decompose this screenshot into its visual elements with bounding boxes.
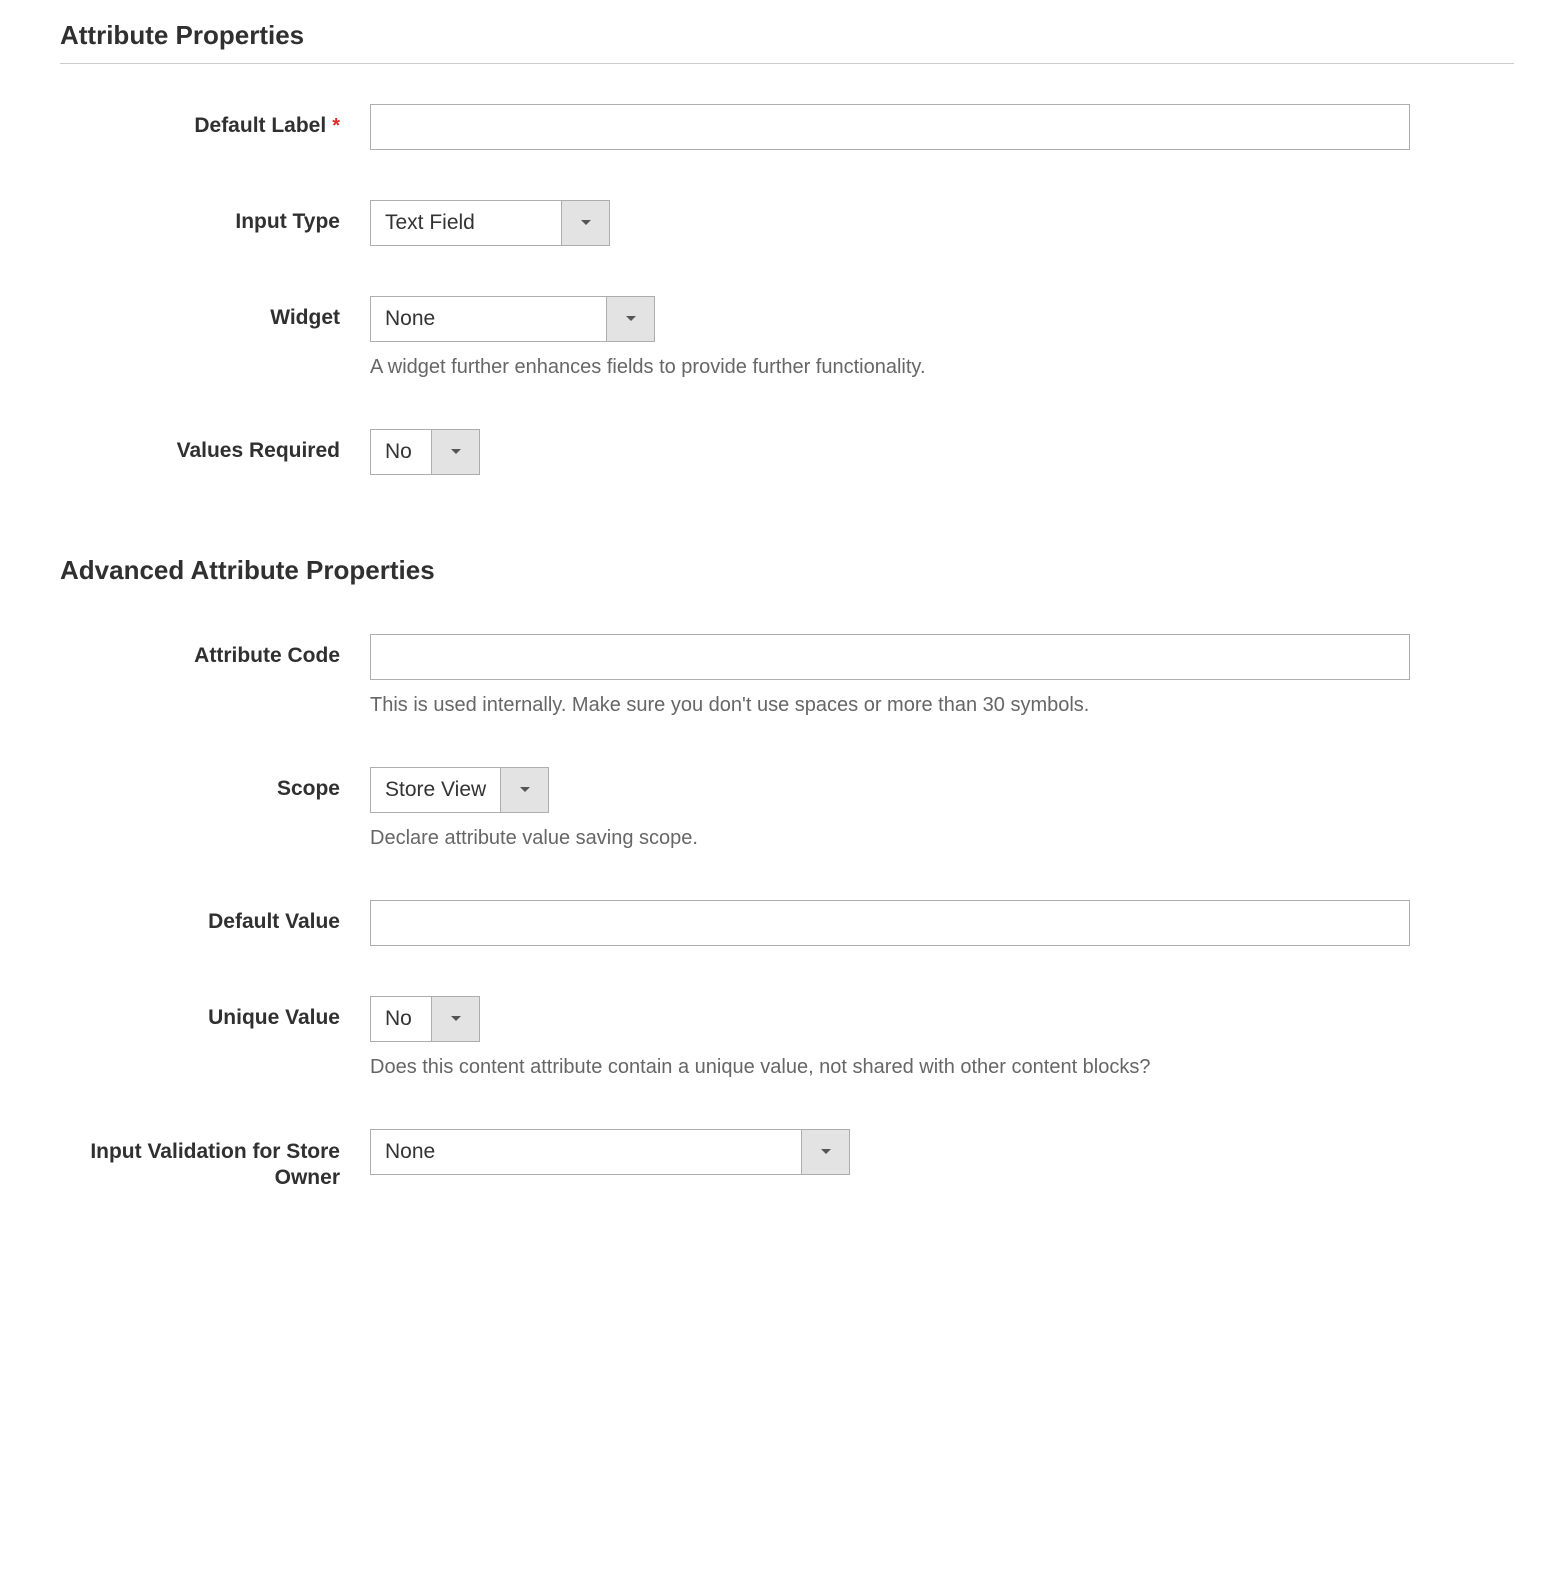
attribute-code-input[interactable] — [370, 634, 1410, 680]
row-unique-value: Unique Value No Does this content attrib… — [60, 996, 1514, 1079]
values-required-select[interactable]: No — [370, 429, 480, 475]
chevron-down-icon — [801, 1130, 849, 1174]
label-input-validation: Input Validation for Store Owner — [60, 1129, 370, 1192]
required-asterisk: * — [332, 115, 340, 137]
chevron-down-icon — [500, 768, 548, 812]
row-default-value: Default Value — [60, 900, 1514, 946]
row-widget: Widget None A widget further enhances fi… — [60, 296, 1514, 379]
row-default-label: Default Label* — [60, 104, 1514, 150]
label-widget: Widget — [60, 296, 370, 330]
label-values-required: Values Required — [60, 429, 370, 463]
section-divider — [60, 63, 1514, 64]
input-validation-value: None — [371, 1130, 801, 1174]
input-validation-select[interactable]: None — [370, 1129, 850, 1175]
input-type-select[interactable]: Text Field — [370, 200, 610, 246]
unique-value-select[interactable]: No — [370, 996, 480, 1042]
section-title-advanced-attribute-properties: Advanced Attribute Properties — [60, 555, 1514, 586]
section-title-attribute-properties: Attribute Properties — [60, 20, 1514, 51]
scope-help-text: Declare attribute value saving scope. — [370, 827, 698, 850]
default-label-input[interactable] — [370, 104, 1410, 150]
label-default-value: Default Value — [60, 900, 370, 934]
label-scope: Scope — [60, 767, 370, 801]
row-input-validation: Input Validation for Store Owner None — [60, 1129, 1514, 1192]
values-required-value: No — [371, 430, 431, 474]
row-input-type: Input Type Text Field — [60, 200, 1514, 246]
scope-value: Store View — [371, 768, 500, 812]
widget-select[interactable]: None — [370, 296, 655, 342]
row-attribute-code: Attribute Code This is used internally. … — [60, 634, 1514, 717]
label-attribute-code: Attribute Code — [60, 634, 370, 668]
default-value-input[interactable] — [370, 900, 1410, 946]
unique-value-value: No — [371, 997, 431, 1041]
chevron-down-icon — [606, 297, 654, 341]
widget-help-text: A widget further enhances fields to prov… — [370, 356, 926, 379]
unique-value-help-text: Does this content attribute contain a un… — [370, 1056, 1151, 1079]
label-input-type: Input Type — [60, 200, 370, 234]
chevron-down-icon — [561, 201, 609, 245]
attribute-code-help-text: This is used internally. Make sure you d… — [370, 694, 1089, 717]
chevron-down-icon — [431, 430, 479, 474]
input-type-value: Text Field — [371, 201, 561, 245]
chevron-down-icon — [431, 997, 479, 1041]
row-scope: Scope Store View Declare attribute value… — [60, 767, 1514, 850]
widget-value: None — [371, 297, 606, 341]
row-values-required: Values Required No — [60, 429, 1514, 475]
scope-select[interactable]: Store View — [370, 767, 549, 813]
label-unique-value: Unique Value — [60, 996, 370, 1030]
label-default-label: Default Label* — [60, 104, 370, 138]
